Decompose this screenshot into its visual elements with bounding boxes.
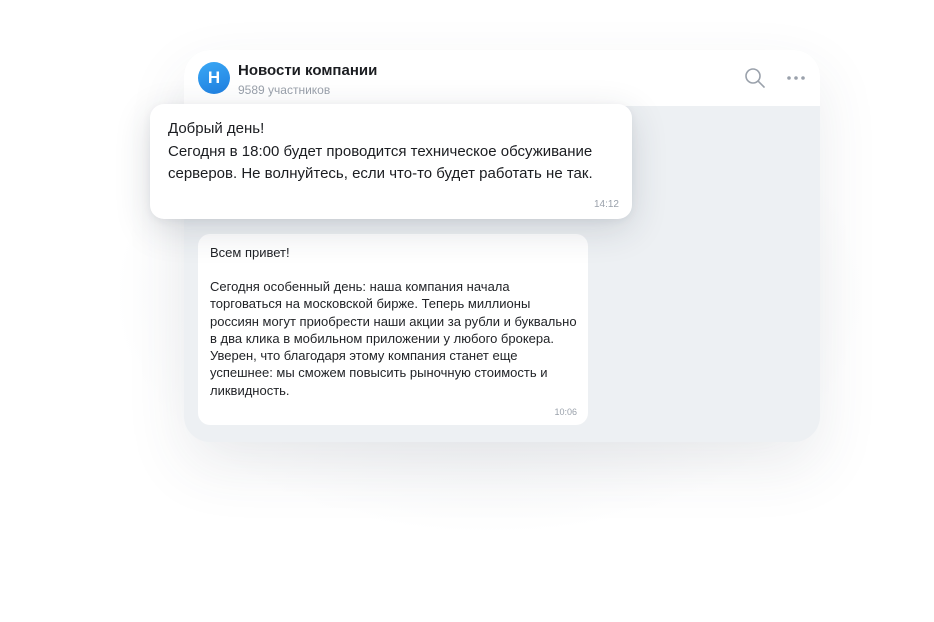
chat-message-bubble[interactable]: Всем привет! Сегодня особенный день: наш… (198, 234, 588, 425)
search-icon[interactable] (743, 66, 767, 90)
notification-text: Сегодня в 18:00 будет проводится техниче… (168, 142, 593, 183)
channel-title[interactable]: Новости компании (238, 62, 377, 79)
notification-time: 14:12 (593, 199, 619, 210)
more-icon[interactable] (784, 66, 808, 90)
channel-member-count: 9589 участников (238, 83, 331, 97)
notification-greeting: Добрый день! (168, 120, 265, 137)
message-time: 10:06 (554, 407, 577, 417)
message-greeting: Всем привет! (210, 245, 290, 260)
stage: Н Новости компании 9589 участников Всем … (0, 0, 934, 622)
message-text: Сегодня особенный день: наша компания на… (210, 279, 577, 398)
channel-avatar[interactable]: Н (198, 62, 230, 94)
chat-header: Н Новости компании 9589 участников (184, 50, 820, 106)
notification-popup[interactable]: Добрый день! Сегодня в 18:00 будет прово… (150, 104, 632, 219)
